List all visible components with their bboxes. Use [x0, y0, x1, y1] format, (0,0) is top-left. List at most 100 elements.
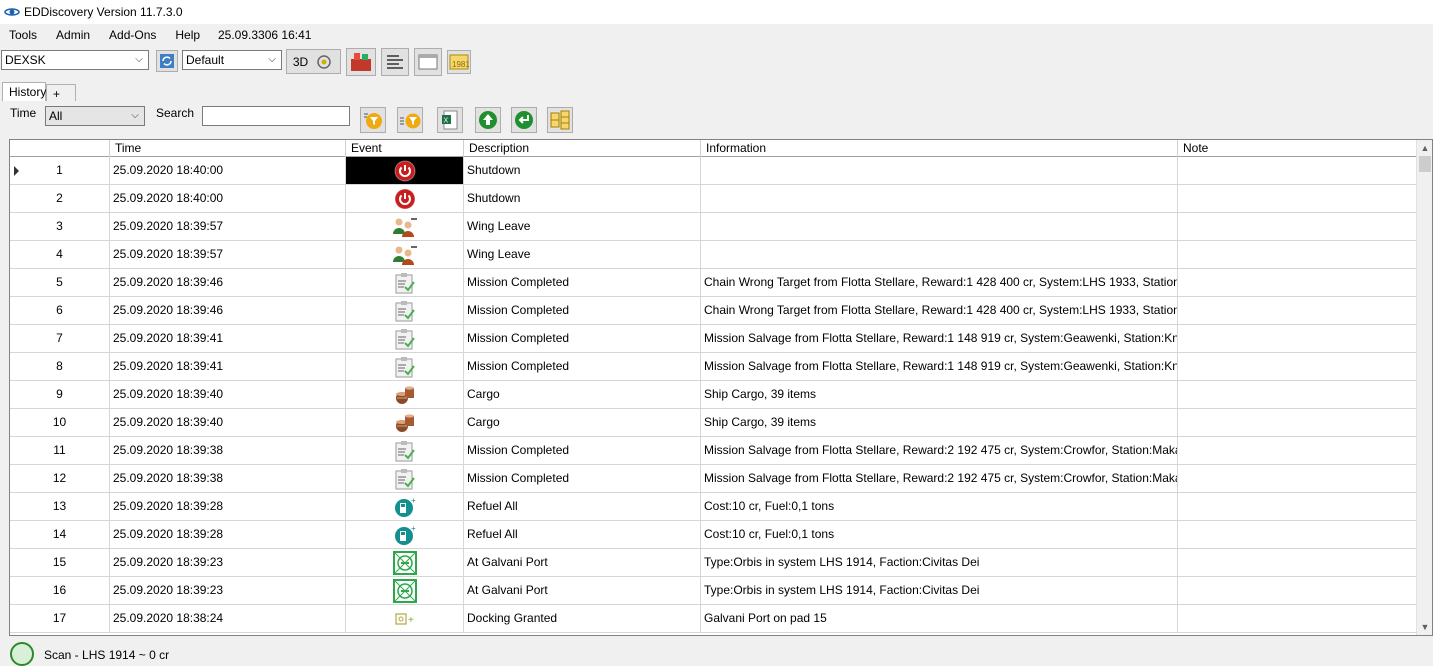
- table-row[interactable]: 15 25.09.2020 18:39:23 At Galvani Port Type…: [10, 549, 1418, 577]
- note-cell[interactable]: [1178, 213, 1418, 240]
- note-cell[interactable]: [1178, 353, 1418, 380]
- table-row[interactable]: 14 25.09.2020 18:39:28 + Refuel All Cost:10 …: [10, 521, 1418, 549]
- table-row[interactable]: 2 25.09.2020 18:40:00 Shutdown: [10, 185, 1418, 213]
- time-filter-value: All: [49, 109, 63, 123]
- event-cell: [346, 297, 464, 324]
- description-cell: Docking Granted: [464, 605, 701, 632]
- col-header-information[interactable]: Information: [701, 140, 1178, 157]
- row-index: 3: [10, 213, 110, 240]
- table-row[interactable]: 3 25.09.2020 18:39:57 Wing Leave: [10, 213, 1418, 241]
- log-view-button[interactable]: [381, 48, 409, 76]
- table-row[interactable]: 17 25.09.2020 18:38:24 + Docking Granted Gal…: [10, 605, 1418, 633]
- menu-help[interactable]: Help: [166, 28, 200, 42]
- map-3d-button[interactable]: 3D: [286, 49, 341, 74]
- table-row[interactable]: 10 25.09.2020 18:39:40 Cargo Ship Cargo, 39…: [10, 409, 1418, 437]
- description-cell: Shutdown: [464, 185, 701, 212]
- row-index: 15: [10, 549, 110, 576]
- tab-history[interactable]: History: [2, 82, 46, 101]
- map-3d-label: 3D: [292, 54, 309, 69]
- note-cell[interactable]: [1178, 605, 1418, 632]
- scroll-to-top-button[interactable]: [475, 107, 501, 133]
- row-index: 9: [10, 381, 110, 408]
- note-cell[interactable]: [1178, 549, 1418, 576]
- table-row[interactable]: 11 25.09.2020 18:39:38 Mission Completed Mi…: [10, 437, 1418, 465]
- app-logo-icon: [4, 8, 20, 16]
- mission-completed-icon: [393, 356, 417, 378]
- docked-icon: [392, 550, 417, 575]
- time-cell: 25.09.2020 18:39:41: [110, 353, 346, 380]
- time-cell: 25.09.2020 18:39:46: [110, 269, 346, 296]
- col-header-time[interactable]: Time: [110, 140, 346, 157]
- refresh-button[interactable]: [156, 50, 178, 72]
- time-cell: 25.09.2020 18:39:38: [110, 465, 346, 492]
- table-row[interactable]: 12 25.09.2020 18:39:38 Mission Completed Mi…: [10, 465, 1418, 493]
- note-cell[interactable]: [1178, 269, 1418, 296]
- field-filter-button[interactable]: [397, 107, 423, 133]
- note-cell[interactable]: [1178, 157, 1418, 184]
- table-row[interactable]: 16 25.09.2020 18:39:23 At Galvani Port Type…: [10, 577, 1418, 605]
- search-label: Search: [156, 106, 195, 120]
- table-row[interactable]: 5 25.09.2020 18:39:46 Mission Completed Cha…: [10, 269, 1418, 297]
- note-cell[interactable]: [1178, 465, 1418, 492]
- note-cell[interactable]: [1178, 493, 1418, 520]
- col-header-description[interactable]: Description: [464, 140, 701, 157]
- scroll-up-icon[interactable]: ▲: [1417, 140, 1432, 156]
- time-cell: 25.09.2020 18:40:00: [110, 157, 346, 184]
- note-cell[interactable]: [1178, 185, 1418, 212]
- menu-addons[interactable]: Add-Ons: [100, 28, 156, 42]
- menu-admin[interactable]: Admin: [47, 28, 90, 42]
- information-cell: Ship Cargo, 39 items: [701, 381, 1178, 408]
- columns-button[interactable]: [547, 107, 573, 133]
- svg-text:X: X: [444, 118, 449, 125]
- route-plot-button[interactable]: [346, 48, 376, 76]
- menu-tools[interactable]: Tools: [0, 28, 37, 42]
- col-header-event[interactable]: Event: [346, 140, 464, 157]
- svg-text:+: +: [408, 615, 414, 626]
- table-row[interactable]: 8 25.09.2020 18:39:41 Mission Completed Mis…: [10, 353, 1418, 381]
- time-filter-select[interactable]: All ⌵: [45, 106, 145, 126]
- table-row[interactable]: 7 25.09.2020 18:39:41 Mission Completed Mis…: [10, 325, 1418, 353]
- table-row[interactable]: 13 25.09.2020 18:39:28 + Refuel All Cost:10 …: [10, 493, 1418, 521]
- note-cell[interactable]: [1178, 297, 1418, 324]
- note-cell[interactable]: [1178, 577, 1418, 604]
- export-excel-button[interactable]: X: [437, 107, 463, 133]
- wing-leave-icon: [392, 216, 418, 238]
- commander-select[interactable]: DEXSK ⌵: [1, 50, 149, 70]
- information-cell: Galvani Port on pad 15: [701, 605, 1178, 632]
- goto-entry-button[interactable]: [511, 107, 537, 133]
- tab-add[interactable]: +: [46, 84, 76, 101]
- time-cell: 25.09.2020 18:39:46: [110, 297, 346, 324]
- event-cell: +: [346, 493, 464, 520]
- mission-completed-icon: [393, 328, 417, 350]
- mission-completed-icon: [393, 440, 417, 462]
- table-row[interactable]: 9 25.09.2020 18:39:40 Cargo Ship Cargo, 39 …: [10, 381, 1418, 409]
- window-title: EDDiscovery Version 11.7.3.0: [24, 5, 183, 19]
- note-cell[interactable]: [1178, 241, 1418, 268]
- event-filter-button[interactable]: [360, 107, 386, 133]
- event-cell: [346, 269, 464, 296]
- note-cell[interactable]: [1178, 409, 1418, 436]
- col-header-note[interactable]: Note: [1178, 140, 1418, 157]
- scroll-down-icon[interactable]: ▼: [1417, 619, 1432, 635]
- scroll-thumb[interactable]: [1419, 156, 1431, 172]
- note-cell[interactable]: [1178, 521, 1418, 548]
- table-row[interactable]: 1 25.09.2020 18:40:00 Shutdown: [10, 157, 1418, 185]
- row-index: 6: [10, 297, 110, 324]
- refuel-icon: +: [393, 524, 417, 546]
- table-row[interactable]: 4 25.09.2020 18:39:57 Wing Leave: [10, 241, 1418, 269]
- chevron-down-icon: ⌵: [268, 54, 276, 65]
- svg-text:1981: 1981: [452, 60, 469, 69]
- time-cell: 25.09.2020 18:39:28: [110, 521, 346, 548]
- edsm-button[interactable]: 1981: [447, 50, 471, 74]
- note-cell[interactable]: [1178, 381, 1418, 408]
- profile-select[interactable]: Default ⌵: [182, 50, 282, 70]
- col-header-index[interactable]: [10, 140, 110, 157]
- vertical-scrollbar[interactable]: ▲ ▼: [1416, 140, 1432, 635]
- note-cell[interactable]: [1178, 437, 1418, 464]
- arrow-up-icon: [479, 111, 497, 129]
- note-cell[interactable]: [1178, 325, 1418, 352]
- search-input[interactable]: [202, 106, 350, 126]
- table-row[interactable]: 6 25.09.2020 18:39:46 Mission Completed Cha…: [10, 297, 1418, 325]
- popout-button[interactable]: [414, 48, 442, 76]
- docked-icon: [392, 578, 417, 603]
